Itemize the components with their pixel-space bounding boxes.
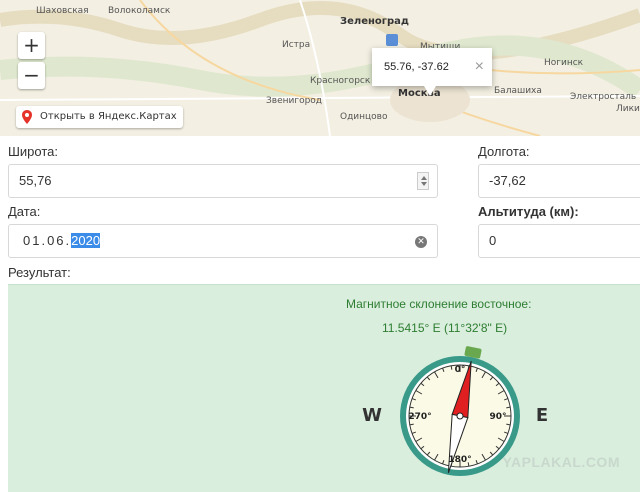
date-input[interactable]: 01.06.2020 ✕ xyxy=(8,224,438,258)
deg-0-label: 0° xyxy=(455,365,466,375)
declination-value: 11.5415° E (11°32'8" E) xyxy=(382,321,508,335)
longitude-input[interactable]: -37,62 xyxy=(478,164,640,198)
compass-tick xyxy=(450,365,453,370)
altitude-value: 0 xyxy=(489,233,497,248)
open-yandex-maps-label: Открыть в Яндекс.Картах xyxy=(40,111,177,122)
map-label: Шаховская xyxy=(36,6,89,16)
altitude-input[interactable]: 0 xyxy=(478,224,640,258)
coordinates-balloon: 55.76, -37.62 × xyxy=(372,48,492,86)
compass-tick xyxy=(409,406,414,409)
declination-title: Магнитное склонение восточное: xyxy=(346,297,532,311)
date-year-selected: 2020 xyxy=(71,233,101,248)
west-label: W xyxy=(362,405,382,426)
balloon-coordinates: 55.76, -37.62 xyxy=(384,61,449,73)
longitude-label: Долгота: xyxy=(478,144,530,159)
zoom-in-button[interactable]: + xyxy=(18,32,45,59)
map-label: Электросталь xyxy=(570,92,637,102)
map-label: Волоколамск xyxy=(108,6,171,16)
longitude-value: -37,62 xyxy=(489,173,526,188)
latitude-label: Широта: xyxy=(8,144,59,159)
number-spinner-icon[interactable] xyxy=(417,172,429,190)
east-label: E xyxy=(536,405,548,426)
balloon-tail xyxy=(424,86,436,96)
compass-tick xyxy=(409,423,414,426)
map-label: Зеленоград xyxy=(340,16,409,27)
date-label: Дата: xyxy=(8,204,41,219)
latitude-value: 55,76 xyxy=(19,173,52,188)
map-label: Красногорск xyxy=(310,76,371,86)
map-pin-icon xyxy=(22,110,32,124)
altitude-label: Альтитуда (км): xyxy=(478,204,579,219)
result-label: Результат: xyxy=(8,265,71,280)
compass-graphic: 0° 90° 180° 270° W E xyxy=(362,346,548,476)
date-day-month: 01.06. xyxy=(23,233,72,248)
deg-180-label: 180° xyxy=(448,455,471,465)
close-icon[interactable]: × xyxy=(475,48,484,86)
compass-tick xyxy=(506,423,511,426)
clear-icon[interactable]: ✕ xyxy=(415,236,427,248)
open-yandex-maps-link[interactable]: Открыть в Яндекс.Картах xyxy=(16,106,183,128)
zoom-out-button[interactable]: − xyxy=(18,62,45,89)
map-panel[interactable]: Шаховская Волоколамск Зеленоград Истра М… xyxy=(0,0,640,136)
needle-pivot xyxy=(456,412,464,420)
map-label: Балашиха xyxy=(494,86,542,96)
map-label: Ногинск xyxy=(544,58,584,68)
map-label: Лики xyxy=(616,104,640,114)
map-label: Звенигород xyxy=(266,96,323,106)
deg-90-label: 90° xyxy=(489,412,506,422)
deg-270-label: 270° xyxy=(408,412,431,422)
latitude-input[interactable]: 55,76 xyxy=(8,164,438,198)
compass-tick xyxy=(506,406,511,409)
map-label: Одинцово xyxy=(340,112,388,122)
map-label: Истра xyxy=(282,40,311,50)
